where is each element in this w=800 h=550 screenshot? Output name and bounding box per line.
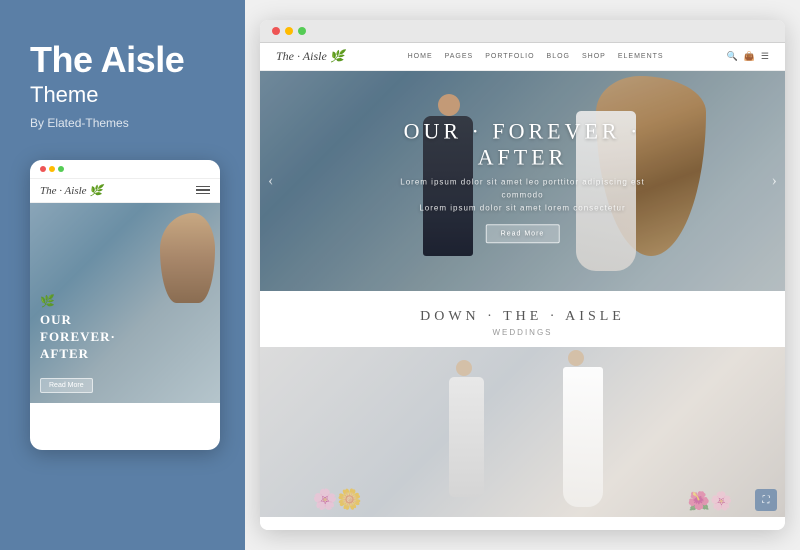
desktop-hero-text: OUR · FOREVER · AFTER Lorem ipsum dolor … (391, 118, 654, 243)
couple2-groom-body (449, 377, 484, 497)
desktop-nav-icons: 🔍 👜 ☰ (726, 51, 769, 62)
nav-home[interactable]: HOME (408, 53, 433, 60)
mobile-logo: The · Aisle 🌿 (40, 184, 103, 197)
mobile-dot-green (58, 166, 64, 172)
left-panel: The Aisle Theme By Elated-Themes The · A… (0, 0, 245, 550)
couple2-groom-head (456, 360, 472, 376)
hero-subtitle: Lorem ipsum dolor sit amet leo porttitor… (391, 176, 654, 214)
menu-icon[interactable]: ☰ (761, 51, 769, 62)
couple2-bride-head (568, 350, 584, 366)
mobile-read-more-btn[interactable]: Read More (40, 378, 93, 393)
search-icon[interactable]: 🔍 (726, 51, 737, 62)
desktop-hero-bg: OUR · FOREVER · AFTER Lorem ipsum dolor … (260, 71, 785, 291)
mobile-leaf-icon: 🌿 (40, 294, 116, 309)
nav-pages[interactable]: PAGES (445, 53, 474, 60)
mobile-dot-red (40, 166, 46, 172)
desktop-logo: The · Aisle 🌿 (276, 49, 345, 64)
mobile-nav: The · Aisle 🌿 (30, 179, 220, 203)
desktop-nav: The · Aisle 🌿 HOME PAGES PORTFOLIO BLOG … (260, 43, 785, 71)
nav-portfolio[interactable]: PORTFOLIO (485, 53, 534, 60)
mobile-hero-text: 🌿 OUR FOREVER· AFTER (40, 294, 116, 363)
desktop-dot-red (272, 27, 280, 35)
section-content-row: 🌸🌼 🌺🌸 ⛶ (260, 347, 785, 517)
mobile-hero-title: OUR FOREVER· AFTER (40, 312, 116, 363)
theme-title: The Aisle (30, 40, 215, 80)
desktop-below-hero: DOWN · THE · AISLE Weddings (260, 291, 785, 530)
couple2-bride (548, 347, 628, 517)
mobile-dot-yellow (49, 166, 55, 172)
hero-prev-arrow[interactable]: ‹ (268, 172, 273, 190)
nav-elements[interactable]: ELEMENTS (618, 53, 664, 60)
couple2-bride-body (563, 367, 603, 507)
expand-icon[interactable]: ⛶ (755, 489, 777, 511)
section-title-area: DOWN · THE · AISLE Weddings (260, 291, 785, 347)
desktop-title-bar (260, 20, 785, 43)
mobile-dots (40, 166, 64, 172)
desktop-hero: OUR · FOREVER · AFTER Lorem ipsum dolor … (260, 71, 785, 291)
bag-icon[interactable]: 👜 (744, 51, 755, 62)
hero-main-title: OUR · FOREVER · AFTER (391, 118, 654, 170)
mobile-title-bar (30, 160, 220, 179)
theme-byline: By Elated-Themes (30, 116, 215, 130)
mobile-hero-bg: 🌿 OUR FOREVER· AFTER Read More (30, 203, 220, 403)
hamburger-icon[interactable] (196, 186, 210, 195)
nav-blog[interactable]: BLOG (547, 53, 570, 60)
desktop-mockup: The · Aisle 🌿 HOME PAGES PORTFOLIO BLOG … (260, 20, 785, 530)
section-main-title: DOWN · THE · AISLE (260, 309, 785, 325)
nav-shop[interactable]: SHOP (582, 53, 606, 60)
desktop-dot-green (298, 27, 306, 35)
flowers-right-decor: 🌺🌸 (688, 491, 733, 512)
section-sub-label: Weddings (260, 328, 785, 337)
section-wedding-image: 🌸🌼 🌺🌸 ⛶ (260, 347, 785, 517)
flowers-left-decor: 🌸🌼 (313, 487, 363, 512)
hero-next-arrow[interactable]: › (772, 172, 777, 190)
mobile-bride-hair (160, 213, 215, 303)
wedding-couple-bg: 🌸🌼 🌺🌸 (260, 347, 785, 517)
right-panel: The · Aisle 🌿 HOME PAGES PORTFOLIO BLOG … (245, 0, 800, 550)
hero-cta-button[interactable]: Read More (486, 225, 560, 244)
couple2-groom (444, 357, 504, 512)
desktop-dot-yellow (285, 27, 293, 35)
mobile-hero: 🌿 OUR FOREVER· AFTER Read More (30, 203, 220, 403)
mobile-mockup: The · Aisle 🌿 🌿 OUR FOREVER· AFTER (30, 160, 220, 450)
desktop-nav-links: HOME PAGES PORTFOLIO BLOG SHOP ELEMENTS (408, 53, 664, 60)
theme-subtitle: Theme (30, 82, 215, 108)
